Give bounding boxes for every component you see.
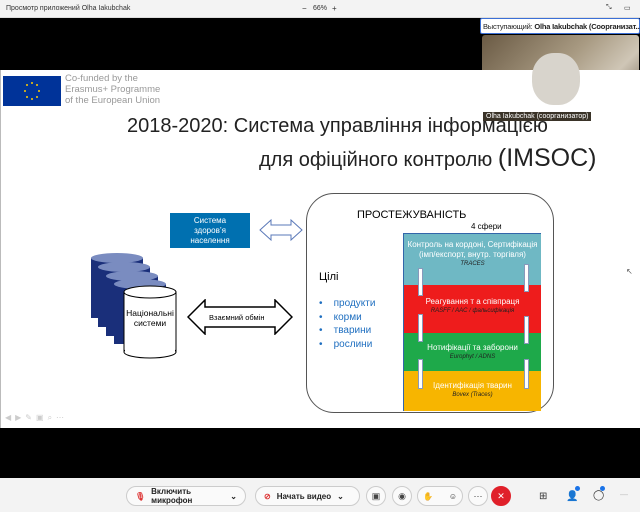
participants-icon[interactable]: 👤 bbox=[566, 491, 578, 502]
mouse-cursor-icon: ↖ bbox=[626, 267, 633, 276]
sphere-text: Реагування т а співпраця bbox=[425, 297, 520, 306]
sphere-text: Ідентифікація тварин bbox=[433, 381, 512, 390]
eu-cofunded-text: Co-funded by the Erasmus+ Programme of t… bbox=[65, 73, 160, 106]
record-icon[interactable]: ◉ bbox=[392, 486, 412, 506]
sphere-border-control: Контроль на кордоні, Сертифікація (імп/е… bbox=[404, 234, 541, 285]
video-off-icon: ⊘ bbox=[264, 491, 271, 501]
zoom-in-button[interactable]: + bbox=[332, 4, 337, 13]
down-arrow-icon bbox=[418, 314, 423, 342]
logo-line: of the European Union bbox=[65, 95, 161, 106]
zoom-level: 66% bbox=[313, 5, 328, 12]
window-titlebar: Просмотр приложений Olha Iakubchak − 66%… bbox=[0, 0, 640, 18]
slideshow-controls[interactable]: ◀▶✎▣⌕⋯ bbox=[5, 413, 68, 423]
up-arrow-icon bbox=[418, 359, 423, 389]
speaker-prefix: Выступающий: bbox=[483, 22, 535, 31]
traceability-title: ПРОСТЕЖУВАНІСТЬ bbox=[357, 209, 467, 221]
double-arrow-small-icon bbox=[259, 218, 303, 242]
speaker-label: Выступающий: Olha Iakubchak (Соорганизат… bbox=[480, 18, 640, 34]
speaker-name: Olha Iakubchak (Соорганизат... bbox=[534, 22, 640, 31]
video-caption: Olha Iakubchak (соорганизатор) bbox=[483, 112, 592, 121]
more-options-icon[interactable]: ⋯ bbox=[468, 486, 488, 506]
meeting-toolbar: 🎙 Включить микрофон ⌄ ⊘ Начать видео ⌄ ▣ ◉ ✋… bbox=[0, 478, 640, 512]
goal-item: • корми bbox=[319, 311, 362, 323]
goal-text: корми bbox=[333, 311, 362, 323]
leave-meeting-button[interactable]: ✕ bbox=[491, 486, 511, 506]
share-screen-icon[interactable]: ▣ bbox=[366, 486, 386, 506]
database-stack-icon bbox=[91, 253, 177, 359]
raise-hand-icon[interactable]: ✋ bbox=[423, 492, 433, 501]
sphere-text: Контроль на кордоні, Сертифікація (імп/е… bbox=[407, 240, 538, 259]
participants-badge bbox=[575, 486, 580, 491]
national-systems-label: Національні системи bbox=[126, 308, 174, 328]
sphere-notifications: Нотифікації та заборони Europhyt / ADNS bbox=[404, 333, 541, 371]
public-health-box: Система здоров’я населення bbox=[170, 213, 250, 248]
pin-icon[interactable]: ⤡ bbox=[606, 4, 612, 12]
logo-line: Erasmus+ Programme bbox=[65, 84, 161, 95]
spheres-label: 4 сфери bbox=[471, 222, 502, 231]
reactions-group[interactable]: ✋ ☺ bbox=[417, 486, 463, 506]
goal-text: тварини bbox=[333, 325, 372, 336]
popout-icon[interactable]: ▭ bbox=[624, 4, 631, 12]
goals-list: • продукти • корми • тварини • рослини bbox=[319, 297, 375, 351]
video-label: Начать видео bbox=[276, 491, 332, 501]
zoom-out-button[interactable]: − bbox=[302, 4, 307, 13]
slide-title-line2: для офіційного контролю (IMSOC) bbox=[259, 144, 596, 173]
up-arrow-icon bbox=[418, 268, 423, 296]
sphere-sub: Bovex (Traces) bbox=[452, 392, 493, 398]
start-video-button[interactable]: ⊘ Начать видео ⌄ bbox=[255, 486, 360, 506]
chevron-down-icon[interactable]: ⌄ bbox=[230, 492, 237, 501]
goal-item: • рослини bbox=[319, 338, 373, 350]
shared-slide: Co-funded by the Erasmus+ Programme of t… bbox=[0, 70, 640, 428]
mic-off-icon: 🎙 bbox=[135, 491, 146, 501]
title-acronym: (IMSOC) bbox=[497, 144, 597, 172]
sphere-animal-id: Ідентифікація тварин Bovex (Traces) bbox=[404, 371, 541, 411]
sphere-sub: TRACES bbox=[460, 261, 485, 267]
up-arrow-icon bbox=[524, 316, 529, 344]
down-arrow-icon bbox=[524, 264, 529, 292]
chat-icon[interactable]: ◯ bbox=[593, 490, 604, 501]
chat-badge bbox=[600, 486, 605, 491]
sphere-text: Нотифікації та заборони bbox=[427, 343, 518, 352]
person-silhouette bbox=[532, 53, 580, 105]
window-title: Просмотр приложений Olha Iakubchak bbox=[6, 5, 131, 12]
sphere-sub: Europhyt / ADNS bbox=[449, 354, 496, 360]
goal-text: рослини bbox=[333, 338, 373, 350]
goal-text: продукти bbox=[333, 298, 376, 309]
mutual-exchange-label: Взаємний обмін bbox=[209, 313, 265, 322]
title-text: для офіційного контролю bbox=[259, 149, 493, 171]
goal-item: • продукти bbox=[319, 298, 376, 309]
mic-label: Включить микрофон bbox=[151, 487, 193, 505]
unmute-microphone-button[interactable]: 🎙 Включить микрофон ⌄ bbox=[126, 486, 246, 506]
sphere-sub: RASFF / AAC / фальсифікація bbox=[430, 308, 515, 314]
eu-flag-logo bbox=[3, 76, 61, 106]
goals-title: Цілі bbox=[319, 271, 339, 283]
down-arrow-icon bbox=[524, 359, 529, 389]
emoji-icon[interactable]: ☺ bbox=[449, 492, 457, 501]
logo-line: Co-funded by the bbox=[65, 73, 138, 84]
goal-item: • тварини bbox=[319, 325, 372, 336]
chevron-down-icon[interactable]: ⌄ bbox=[337, 492, 344, 501]
sphere-response: Реагування т а співпраця RASFF / AAC / фа… bbox=[404, 285, 541, 333]
overflow-icon[interactable]: — bbox=[620, 490, 628, 499]
apps-icon[interactable]: ⊞ bbox=[539, 491, 547, 502]
spheres-stack: Контроль на кордоні, Сертифікація (імп/е… bbox=[403, 233, 541, 411]
